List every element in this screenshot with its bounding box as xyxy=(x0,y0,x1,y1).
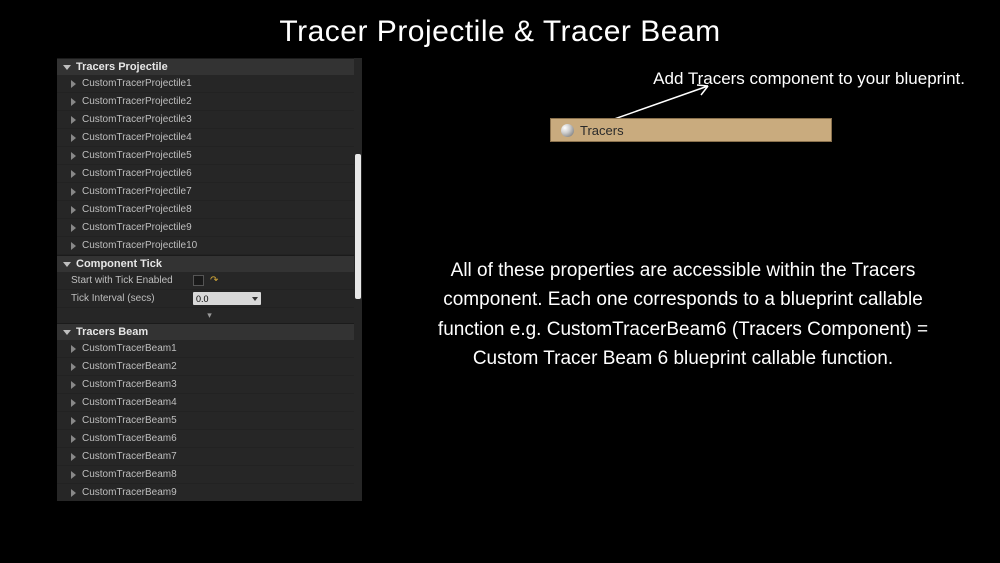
property-row[interactable]: CustomTracerBeam9 xyxy=(57,484,362,501)
tick-interval-value: 0.0 xyxy=(196,294,209,304)
tick-interval-input[interactable]: 0.0 xyxy=(193,292,261,305)
property-row[interactable]: CustomTracerProjectile10 xyxy=(57,237,362,255)
property-label: CustomTracerBeam5 xyxy=(82,415,356,426)
property-row[interactable]: CustomTracerBeam2 xyxy=(57,358,362,376)
category-label: Tracers Beam xyxy=(76,326,148,338)
property-label: CustomTracerBeam9 xyxy=(82,487,356,498)
chevron-right-icon xyxy=(71,453,76,461)
component-icon xyxy=(561,124,574,137)
chevron-right-icon xyxy=(71,417,76,425)
property-row[interactable]: CustomTracerProjectile6 xyxy=(57,165,362,183)
beam-property-list: CustomTracerBeam1 CustomTracerBeam2 Custom… xyxy=(57,340,362,501)
details-panel: Tracers Projectile CustomTracerProjectil… xyxy=(57,58,362,501)
chevron-right-icon xyxy=(71,224,76,232)
property-label: CustomTracerProjectile8 xyxy=(82,204,356,215)
property-label: CustomTracerProjectile2 xyxy=(82,96,356,107)
callout-text: Add Tracers component to your blueprint. xyxy=(653,68,965,91)
property-label: Tick Interval (secs) xyxy=(71,293,193,304)
chevron-down-icon xyxy=(63,330,71,335)
chevron-right-icon xyxy=(71,399,76,407)
property-label: CustomTracerProjectile1 xyxy=(82,78,356,89)
property-label: CustomTracerBeam4 xyxy=(82,397,356,408)
property-row[interactable]: CustomTracerBeam1 xyxy=(57,340,362,358)
property-row[interactable]: CustomTracerProjectile3 xyxy=(57,111,362,129)
property-label: CustomTracerBeam8 xyxy=(82,469,356,480)
property-label: CustomTracerProjectile10 xyxy=(82,240,356,251)
scrollbar-thumb[interactable] xyxy=(355,154,361,299)
property-row[interactable]: CustomTracerProjectile7 xyxy=(57,183,362,201)
property-row[interactable]: CustomTracerProjectile1 xyxy=(57,75,362,93)
property-row[interactable]: CustomTracerProjectile9 xyxy=(57,219,362,237)
category-component-tick[interactable]: Component Tick xyxy=(57,255,362,272)
expand-more-icon[interactable]: ▾ xyxy=(57,308,362,323)
revert-icon[interactable]: ↶ xyxy=(210,275,218,286)
property-start-with-tick-enabled: Start with Tick Enabled ↶ xyxy=(57,272,362,290)
category-label: Tracers Projectile xyxy=(76,61,168,73)
checkbox-start-tick[interactable] xyxy=(193,275,204,286)
chevron-right-icon xyxy=(71,206,76,214)
property-label: CustomTracerBeam1 xyxy=(82,343,356,354)
property-label: CustomTracerBeam2 xyxy=(82,361,356,372)
chevron-right-icon xyxy=(71,98,76,106)
chevron-right-icon xyxy=(71,242,76,250)
property-label: CustomTracerBeam3 xyxy=(82,379,356,390)
chevron-down-icon xyxy=(63,65,71,70)
projectile-property-list: CustomTracerProjectile1 CustomTracerProje… xyxy=(57,75,362,255)
property-row[interactable]: CustomTracerBeam8 xyxy=(57,466,362,484)
property-row[interactable]: CustomTracerBeam4 xyxy=(57,394,362,412)
component-chip-label: Tracers xyxy=(580,123,624,138)
property-row[interactable]: CustomTracerProjectile8 xyxy=(57,201,362,219)
property-label: CustomTracerProjectile4 xyxy=(82,132,356,143)
property-label: CustomTracerProjectile5 xyxy=(82,150,356,161)
property-row[interactable]: CustomTracerBeam5 xyxy=(57,412,362,430)
chevron-right-icon xyxy=(71,116,76,124)
chevron-right-icon xyxy=(71,489,76,497)
chevron-right-icon xyxy=(71,170,76,178)
property-label: CustomTracerProjectile7 xyxy=(82,186,356,197)
body-paragraph: All of these properties are accessible w… xyxy=(413,256,953,374)
property-label: CustomTracerProjectile3 xyxy=(82,114,356,125)
chevron-right-icon xyxy=(71,381,76,389)
chevron-right-icon xyxy=(71,152,76,160)
property-label: Start with Tick Enabled xyxy=(71,275,193,286)
property-label: CustomTracerBeam7 xyxy=(82,451,356,462)
property-row[interactable]: CustomTracerProjectile4 xyxy=(57,129,362,147)
property-label: CustomTracerProjectile9 xyxy=(82,222,356,233)
property-row[interactable]: CustomTracerProjectile5 xyxy=(57,147,362,165)
chevron-down-icon xyxy=(63,262,71,267)
category-tracers-beam[interactable]: Tracers Beam xyxy=(57,323,362,340)
chevron-right-icon xyxy=(71,188,76,196)
property-row[interactable]: CustomTracerBeam3 xyxy=(57,376,362,394)
chevron-right-icon xyxy=(71,134,76,142)
property-row[interactable]: CustomTracerBeam7 xyxy=(57,448,362,466)
chevron-right-icon xyxy=(71,435,76,443)
property-label: CustomTracerBeam6 xyxy=(82,433,356,444)
chevron-right-icon xyxy=(71,80,76,88)
property-row[interactable]: CustomTracerBeam6 xyxy=(57,430,362,448)
tracers-component-chip[interactable]: Tracers xyxy=(551,119,831,141)
category-label: Component Tick xyxy=(76,258,162,270)
chevron-right-icon xyxy=(71,345,76,353)
property-tick-interval: Tick Interval (secs) 0.0 xyxy=(57,290,362,308)
property-row[interactable]: CustomTracerProjectile2 xyxy=(57,93,362,111)
page-title: Tracer Projectile & Tracer Beam xyxy=(0,15,1000,49)
chevron-right-icon xyxy=(71,471,76,479)
chevron-right-icon xyxy=(71,363,76,371)
property-label: CustomTracerProjectile6 xyxy=(82,168,356,179)
category-tracers-projectile[interactable]: Tracers Projectile xyxy=(57,58,362,75)
spinner-arrow-icon xyxy=(252,297,258,301)
scrollbar[interactable] xyxy=(354,58,362,501)
